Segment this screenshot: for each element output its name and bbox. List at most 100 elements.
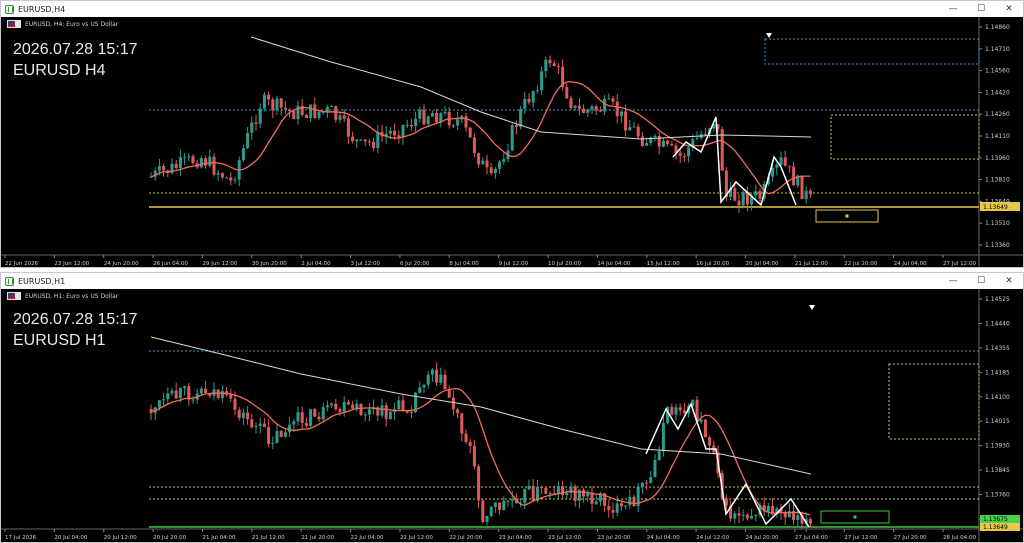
price-tick-label: 1.13360 xyxy=(985,242,1010,249)
candle-body xyxy=(363,139,367,142)
candle-body xyxy=(498,161,502,169)
price-tick-label: 1.14560 xyxy=(985,68,1010,75)
candle-body xyxy=(493,168,497,174)
current-price-label: 1.13649 xyxy=(983,524,1008,531)
candle-body xyxy=(548,493,552,495)
candle-body xyxy=(468,442,472,446)
minimize-button[interactable]: — xyxy=(939,4,967,14)
candle-body xyxy=(338,409,342,412)
candle-body xyxy=(661,423,665,452)
candle-body xyxy=(489,167,493,174)
price-tick-label: 1.14015 xyxy=(985,418,1010,425)
candle-body xyxy=(246,412,250,420)
chart-window-h4[interactable]: EURUSD,H4 — ☐ ✕ 1.14860 1.14710 1.14560 1.1… xyxy=(0,0,1024,268)
time-tick-label: 6 Jul 20:00 xyxy=(400,261,430,267)
minimize-button[interactable]: — xyxy=(939,276,967,286)
candle-body xyxy=(174,163,178,169)
current-price-label: 1.13649 xyxy=(983,204,1008,211)
price-chart-h1[interactable]: 1.14525 1.14440 1.14355 1.14185 1.14100 1.140… xyxy=(1,289,1023,542)
candle-body xyxy=(640,136,644,146)
candle-body xyxy=(262,94,266,109)
candle-body xyxy=(628,127,632,131)
close-button[interactable]: ✕ xyxy=(995,4,1023,14)
symbol-description: EURUSD, H4: Euro vs US Dollar xyxy=(25,20,119,28)
candle-body xyxy=(225,177,229,179)
candle-body xyxy=(191,399,195,401)
candle-body xyxy=(573,105,577,108)
chart-canvas[interactable]: 1.14860 1.14710 1.14560 1.14420 1.14260 1.141… xyxy=(1,17,1023,267)
candle-body xyxy=(619,503,623,507)
time-tick-label: 8 Jul 04:00 xyxy=(449,261,479,267)
candle-body xyxy=(199,158,203,168)
candle-body xyxy=(472,137,476,154)
time-tick-label: 23 Jul 20:00 xyxy=(597,535,630,541)
time-tick-label: 22 Jun 2026 xyxy=(5,261,39,267)
candle-body xyxy=(586,109,590,113)
candle-body xyxy=(351,404,355,409)
window-titlebar[interactable]: EURUSD,H4 — ☐ ✕ xyxy=(1,1,1023,17)
candle-body xyxy=(754,191,758,196)
price-chart-h4[interactable]: 1.14860 1.14710 1.14560 1.14420 1.14260 1.141… xyxy=(1,17,1023,267)
chart-canvas[interactable]: 1.14525 1.14440 1.14355 1.14185 1.14100 1.140… xyxy=(1,289,1023,542)
time-tick-label: 21 Jul 12:00 xyxy=(252,535,285,541)
candle-body xyxy=(426,116,430,125)
time-tick-label: 23 Jul 04:00 xyxy=(499,535,532,541)
candle-body xyxy=(540,71,544,91)
candle-body xyxy=(304,422,308,426)
candle-body xyxy=(262,423,266,427)
candle-body xyxy=(489,506,493,516)
symbol-info: EURUSD, H4: Euro vs US Dollar xyxy=(7,20,118,28)
overlay-datetime: 2026.07.28 15:17 xyxy=(13,311,138,328)
time-tick-label: 27 Jul 12:00 xyxy=(844,535,877,541)
time-tick-label: 29 Jun 12:00 xyxy=(202,261,237,267)
candle-body xyxy=(561,486,565,496)
candle-body xyxy=(556,66,560,68)
candle-body xyxy=(351,136,355,142)
candle-body xyxy=(456,119,460,126)
candle-body xyxy=(510,125,514,151)
maximize-button[interactable]: ☐ xyxy=(967,4,995,14)
candle-body xyxy=(157,400,161,408)
chart-shift-marker-icon xyxy=(766,33,772,38)
maximize-button[interactable]: ☐ xyxy=(967,276,995,286)
candle-body xyxy=(758,191,762,199)
candle-body xyxy=(296,412,300,422)
candle-body xyxy=(607,98,611,100)
candle-body xyxy=(283,107,287,110)
candle-body xyxy=(577,105,581,109)
candle-body xyxy=(540,486,544,489)
candle-body xyxy=(733,513,737,519)
time-tick-label: 24 Jul 04:00 xyxy=(647,535,680,541)
candle-body xyxy=(204,158,208,166)
candle-body xyxy=(804,190,808,199)
close-button[interactable]: ✕ xyxy=(995,276,1023,286)
candle-body xyxy=(451,125,455,127)
bid-price-label: 1.13675 xyxy=(983,516,1008,523)
candle-body xyxy=(204,388,208,394)
candle-body xyxy=(409,411,413,413)
candle-body xyxy=(426,374,430,385)
candle-body xyxy=(288,109,292,111)
candle-body xyxy=(792,166,796,186)
candle-body xyxy=(317,416,321,420)
candle-body xyxy=(233,398,237,410)
candle-body xyxy=(506,500,510,502)
candle-body xyxy=(439,374,443,383)
candle-body xyxy=(401,124,405,137)
time-tick-label: 9 Jul 12:00 xyxy=(499,261,529,267)
candle-body xyxy=(682,410,686,414)
candle-body xyxy=(334,106,338,120)
candle-body xyxy=(531,91,535,103)
candle-body xyxy=(607,506,611,511)
window-titlebar[interactable]: EURUSD,H1 — ☐ ✕ xyxy=(1,273,1023,289)
candle-body xyxy=(468,127,472,138)
candle-body xyxy=(309,409,313,426)
candle-body xyxy=(254,122,258,124)
candle-body xyxy=(699,419,703,422)
candle-body xyxy=(493,502,497,507)
candle-body xyxy=(330,106,334,108)
time-tick-label: 20 Jul 12:00 xyxy=(104,535,137,541)
chart-window-icon xyxy=(5,276,14,286)
candle-body xyxy=(401,400,405,411)
chart-window-h1[interactable]: EURUSD,H1 — ☐ ✕ 1.14525 1.14440 1.14355 1.1… xyxy=(0,272,1024,543)
